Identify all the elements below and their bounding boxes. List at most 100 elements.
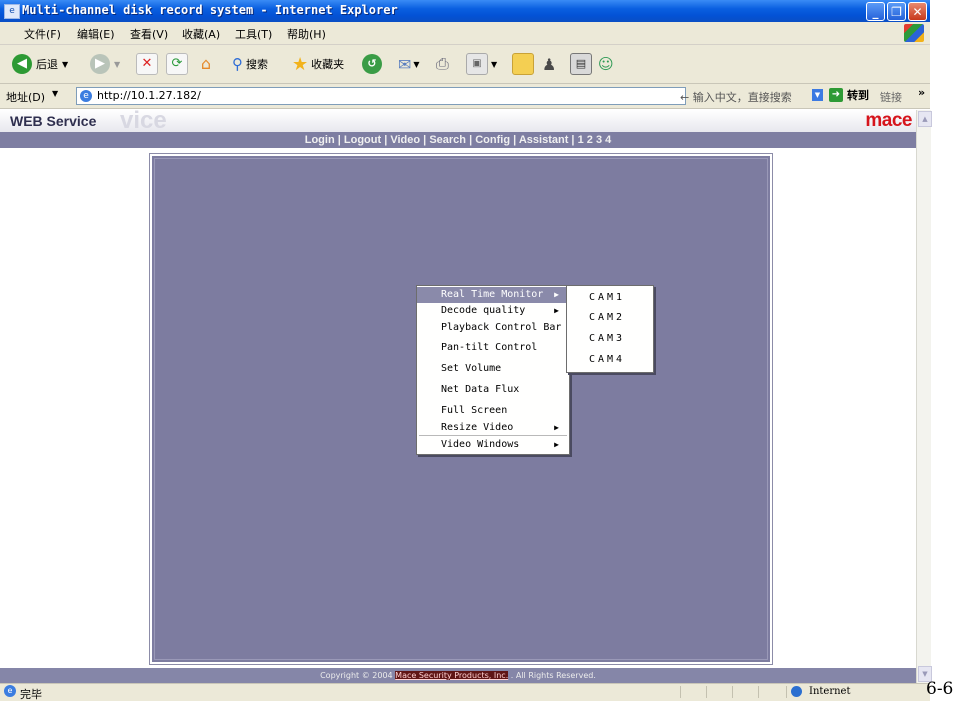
menu-item-set-volume[interactable]: Set Volume — [417, 361, 567, 377]
forward-button[interactable]: ▶ ▼ — [90, 52, 120, 76]
favorites-button[interactable]: ★ 收藏夹 — [292, 52, 344, 76]
search-hint[interactable]: ← 输入中文，直接搜索 — [680, 89, 792, 105]
status-cell — [732, 686, 757, 698]
context-menu: Real Time Monitor ▶ Decode quality ▶ Pla… — [416, 285, 570, 455]
company-link[interactable]: Mace Security Products, Inc. — [395, 671, 509, 680]
minimize-button[interactable]: _ — [866, 2, 885, 21]
menu-separator — [419, 435, 567, 436]
close-button[interactable]: ✕ — [908, 2, 927, 21]
nav-search[interactable]: Search — [429, 134, 466, 146]
folder-icon — [512, 53, 534, 75]
home-icon: ⌂ — [200, 54, 212, 73]
figure-label: 6-6 — [926, 679, 954, 699]
menu-view[interactable]: 查看(V) — [130, 26, 168, 42]
nav-page-1[interactable]: 1 — [578, 134, 584, 146]
page-icon: e — [80, 90, 92, 102]
stop-button[interactable]: ✕ — [136, 52, 158, 76]
status-cell — [706, 686, 731, 698]
people-icon: ☺ — [598, 55, 614, 73]
header-ghost-text: vice — [120, 107, 167, 134]
chevron-down-icon: ▼ — [62, 59, 69, 69]
back-arrow-icon: ◀ — [12, 54, 32, 74]
nav-config[interactable]: Config — [475, 134, 510, 146]
copyright-prefix: Copyright © 2004 — [320, 671, 396, 680]
research-button[interactable]: ▤ — [570, 52, 592, 76]
home-button[interactable]: ⌂ — [196, 52, 216, 76]
menu-item-net-data-flux[interactable]: Net Data Flux — [417, 382, 567, 398]
zone-label: Internet — [809, 686, 851, 697]
research-icon: ▤ — [570, 53, 592, 75]
submenu-item-cam1[interactable]: CAM1 — [567, 290, 651, 306]
folder-button[interactable] — [512, 52, 534, 76]
status-cell — [680, 686, 705, 698]
menu-item-label: Set Volume — [441, 363, 502, 374]
page-done-icon: e — [4, 685, 16, 697]
chevron-right-icon[interactable]: » — [918, 86, 925, 99]
menu-item-full-screen[interactable]: Full Screen — [417, 403, 567, 419]
address-bar: 地址(D) ▼ e http://10.1.27.182/ ← 输入中文，直接搜… — [0, 84, 930, 109]
search-icon: ⚲ — [232, 55, 243, 73]
people-button[interactable]: ☺ — [598, 52, 614, 76]
search-label: 搜索 — [246, 58, 268, 71]
go-button[interactable]: ➜ 转到 — [829, 87, 869, 103]
scroll-up-icon[interactable]: ▲ — [918, 111, 932, 127]
menu-item-label: Net Data Flux — [441, 384, 520, 395]
edit-button[interactable]: ▣ ▼ — [466, 52, 497, 76]
vertical-scrollbar[interactable]: ▲ ▼ — [916, 110, 932, 683]
nav-login[interactable]: Login — [305, 134, 335, 146]
menu-favorites[interactable]: 收藏(A) — [182, 26, 220, 42]
menu-item-playback-control-bar[interactable]: Playback Control Bar — [417, 320, 567, 336]
menu-item-label: Decode quality — [441, 305, 526, 316]
copyright-footer: Copyright © 2004 Mace Security Products,… — [0, 668, 916, 683]
mail-button[interactable]: ✉ ▼ — [398, 52, 420, 76]
links-label[interactable]: 链接 — [880, 89, 902, 105]
maximize-button[interactable]: ❐ — [887, 2, 906, 21]
menu-item-resize-video[interactable]: Resize Video ▶ — [417, 420, 567, 436]
menu-edit[interactable]: 编辑(E) — [77, 26, 115, 42]
submenu-item-cam2[interactable]: CAM2 — [567, 310, 651, 326]
address-label: 地址(D) — [6, 91, 46, 104]
dropdown-icon[interactable]: ▼ — [812, 89, 823, 101]
windows-logo-icon — [904, 24, 924, 42]
menu-item-label: Playback Control Bar — [441, 322, 562, 333]
menu-item-decode-quality[interactable]: Decode quality ▶ — [417, 303, 567, 319]
menu-file[interactable]: 文件(F) — [24, 26, 61, 42]
menu-item-real-time-monitor[interactable]: Real Time Monitor ▶ — [417, 287, 567, 303]
forward-arrow-icon: ▶ — [90, 54, 110, 74]
nav-page-3[interactable]: 3 — [596, 134, 602, 146]
menu-item-label: Pan-tilt Control — [441, 342, 538, 353]
nav-assistant[interactable]: Assistant — [519, 134, 569, 146]
chevron-down-icon[interactable]: ▼ — [52, 89, 58, 98]
menu-item-label: Full Screen — [441, 405, 508, 416]
history-button[interactable]: ↺ — [362, 52, 382, 76]
menu-help[interactable]: 帮助(H) — [287, 26, 326, 42]
mail-icon: ✉ — [398, 54, 412, 74]
nav-logout[interactable]: Logout — [344, 134, 381, 146]
search-button[interactable]: ⚲ 搜索 — [232, 52, 268, 76]
back-label: 后退 — [36, 58, 58, 71]
address-url: http://10.1.27.182/ — [97, 89, 201, 102]
menu-item-pan-tilt-control[interactable]: Pan-tilt Control — [417, 340, 567, 356]
menu-item-video-windows[interactable]: Video Windows ▶ — [417, 437, 567, 453]
submenu-item-label: CAM2 — [589, 312, 626, 323]
nav-video[interactable]: Video — [390, 134, 420, 146]
nav-page-4[interactable]: 4 — [605, 134, 611, 146]
menu-item-label: Video Windows — [441, 439, 520, 450]
favorites-label: 收藏夹 — [311, 58, 345, 71]
star-icon: ★ — [292, 53, 309, 75]
print-button[interactable]: ⎙ — [436, 52, 449, 76]
nav-page-2[interactable]: 2 — [587, 134, 593, 146]
menu-item-label: Real Time Monitor — [441, 289, 544, 300]
messenger-button[interactable]: ♟ — [542, 52, 556, 76]
menu-tools[interactable]: 工具(T) — [235, 26, 272, 42]
refresh-button[interactable]: ⟳ — [166, 52, 188, 76]
back-button[interactable]: ◀ 后退 ▼ — [12, 52, 68, 76]
submenu-arrow-icon: ▶ — [554, 290, 559, 299]
mace-logo: mace — [865, 110, 912, 131]
status-cell — [758, 686, 783, 698]
submenu-item-cam4[interactable]: CAM4 — [567, 352, 651, 368]
address-input[interactable]: e http://10.1.27.182/ — [76, 87, 686, 105]
history-icon: ↺ — [362, 54, 382, 74]
go-arrow-icon: ➜ — [829, 88, 843, 102]
submenu-item-cam3[interactable]: CAM3 — [567, 331, 651, 347]
